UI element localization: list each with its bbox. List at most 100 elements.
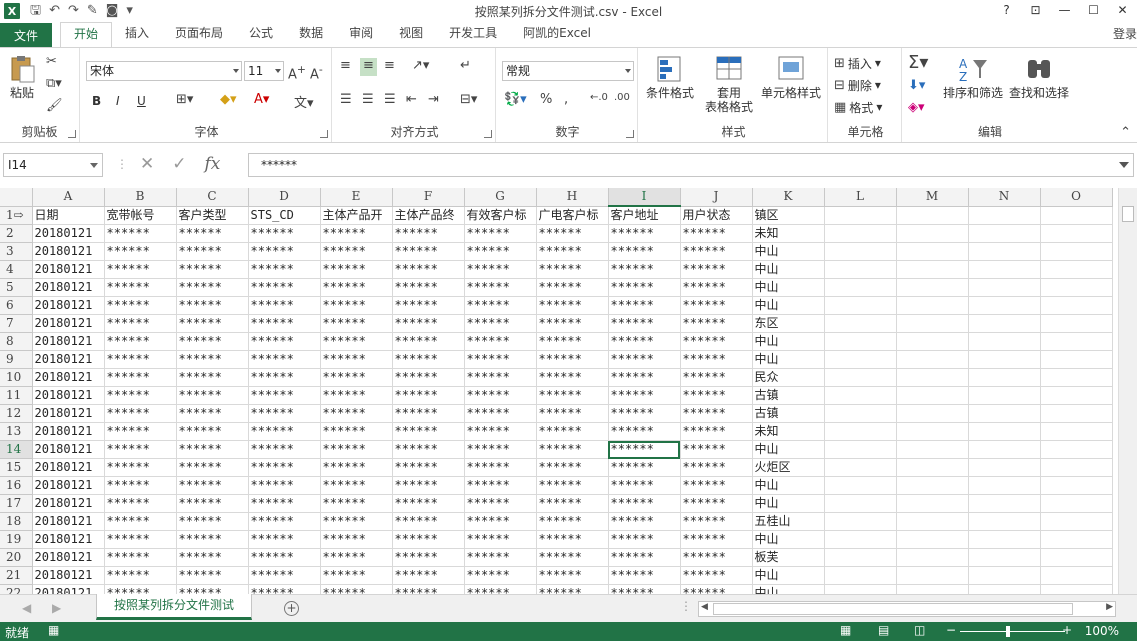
cell[interactable] bbox=[896, 458, 969, 477]
masked-cell[interactable]: ****** bbox=[464, 566, 537, 585]
masked-cell[interactable]: ****** bbox=[608, 458, 681, 477]
tab-6[interactable]: 视图 bbox=[386, 22, 436, 47]
merge-center-icon[interactable]: ⊟▾ bbox=[460, 92, 477, 110]
cell[interactable] bbox=[968, 458, 1041, 477]
masked-cell[interactable]: ****** bbox=[392, 242, 465, 261]
minimize-button[interactable]: — bbox=[1050, 0, 1079, 22]
masked-cell[interactable]: ****** bbox=[680, 314, 753, 333]
cell[interactable] bbox=[1040, 512, 1113, 531]
collapse-ribbon-icon[interactable]: ⌃ bbox=[1120, 125, 1131, 140]
cell[interactable] bbox=[968, 314, 1041, 333]
align-middle-icon[interactable]: ≡ bbox=[360, 58, 377, 76]
district-cell[interactable]: 中山 bbox=[752, 260, 825, 279]
masked-cell[interactable]: ****** bbox=[536, 314, 609, 333]
masked-cell[interactable]: ****** bbox=[680, 566, 753, 585]
header-cell[interactable]: STS_CD bbox=[248, 206, 321, 225]
masked-cell[interactable]: ****** bbox=[176, 584, 249, 594]
masked-cell[interactable]: ****** bbox=[464, 422, 537, 441]
cell[interactable] bbox=[1040, 584, 1113, 594]
comma-icon[interactable]: , bbox=[564, 92, 568, 110]
masked-cell[interactable]: ****** bbox=[176, 368, 249, 387]
cell[interactable] bbox=[1040, 530, 1113, 549]
date-cell[interactable]: 20180121 bbox=[32, 260, 105, 279]
district-cell[interactable]: 火炬区 bbox=[752, 458, 825, 477]
masked-cell[interactable]: ****** bbox=[464, 494, 537, 513]
masked-cell[interactable]: ****** bbox=[392, 458, 465, 477]
tab-5[interactable]: 审阅 bbox=[336, 22, 386, 47]
masked-cell[interactable]: ****** bbox=[536, 350, 609, 369]
normal-view-icon[interactable]: ▦ bbox=[840, 623, 851, 637]
cell[interactable] bbox=[968, 332, 1041, 351]
column-header-G[interactable]: G bbox=[464, 188, 537, 207]
masked-cell[interactable]: ****** bbox=[392, 260, 465, 279]
masked-cell[interactable]: ****** bbox=[104, 368, 177, 387]
row-header[interactable]: 3 bbox=[0, 242, 33, 261]
column-header-C[interactable]: C bbox=[176, 188, 249, 207]
cell[interactable] bbox=[824, 296, 897, 315]
font-color-icon[interactable]: A▾ bbox=[254, 92, 269, 110]
masked-cell[interactable]: ****** bbox=[104, 242, 177, 261]
underline-button[interactable]: U bbox=[137, 92, 146, 110]
masked-cell[interactable]: ****** bbox=[320, 548, 393, 567]
masked-cell[interactable]: ****** bbox=[176, 296, 249, 315]
header-cell[interactable]: 客户地址 bbox=[608, 206, 681, 225]
cell[interactable] bbox=[1040, 314, 1113, 333]
name-box[interactable]: I14 bbox=[3, 153, 103, 177]
masked-cell[interactable]: ****** bbox=[392, 368, 465, 387]
cell[interactable] bbox=[896, 332, 969, 351]
cell[interactable] bbox=[896, 584, 969, 594]
masked-cell[interactable]: ****** bbox=[464, 512, 537, 531]
fill-color-icon[interactable]: ◆▾ bbox=[220, 92, 237, 110]
masked-cell[interactable]: ****** bbox=[104, 422, 177, 441]
masked-cell[interactable]: ****** bbox=[176, 422, 249, 441]
autosum-icon[interactable]: Σ▾ bbox=[908, 52, 928, 73]
horizontal-scroll-thumb[interactable] bbox=[713, 603, 1073, 615]
masked-cell[interactable]: ****** bbox=[320, 386, 393, 405]
masked-cell[interactable]: ****** bbox=[464, 548, 537, 567]
cell[interactable] bbox=[824, 368, 897, 387]
delete-cells-button[interactable]: ⊟ 删除 ▾ bbox=[834, 76, 881, 94]
masked-cell[interactable]: ****** bbox=[248, 332, 321, 351]
masked-cell[interactable]: ****** bbox=[608, 512, 681, 531]
fill-icon[interactable]: ⬇▾ bbox=[908, 78, 925, 96]
row-header[interactable]: 6 bbox=[0, 296, 33, 315]
cell[interactable] bbox=[1040, 458, 1113, 477]
masked-cell[interactable]: ****** bbox=[608, 530, 681, 549]
header-cell[interactable]: 客户类型 bbox=[176, 206, 249, 225]
tab-file[interactable]: 文件 bbox=[0, 23, 52, 48]
date-cell[interactable]: 20180121 bbox=[32, 530, 105, 549]
masked-cell[interactable]: ****** bbox=[320, 440, 393, 459]
date-cell[interactable]: 20180121 bbox=[32, 386, 105, 405]
zoom-slider-thumb[interactable] bbox=[1006, 626, 1010, 637]
row-header[interactable]: 13 bbox=[0, 422, 33, 441]
masked-cell[interactable]: ****** bbox=[176, 548, 249, 567]
masked-cell[interactable]: ****** bbox=[104, 296, 177, 315]
masked-cell[interactable]: ****** bbox=[392, 314, 465, 333]
bold-button[interactable]: B bbox=[92, 92, 101, 110]
masked-cell[interactable]: ****** bbox=[320, 494, 393, 513]
masked-cell[interactable]: ****** bbox=[464, 530, 537, 549]
align-bottom-icon[interactable]: ≡ bbox=[384, 58, 395, 76]
row-header[interactable]: 5 bbox=[0, 278, 33, 297]
masked-cell[interactable]: ****** bbox=[320, 314, 393, 333]
masked-cell[interactable]: ****** bbox=[176, 332, 249, 351]
copy-icon[interactable]: ⧉▾ bbox=[46, 76, 62, 94]
masked-cell[interactable]: ****** bbox=[536, 332, 609, 351]
column-header-D[interactable]: D bbox=[248, 188, 321, 207]
masked-cell[interactable]: ****** bbox=[248, 368, 321, 387]
scroll-left-icon[interactable]: ◀ bbox=[701, 602, 708, 612]
column-header-O[interactable]: O bbox=[1040, 188, 1113, 207]
format-cells-button[interactable]: ▦ 格式 ▾ bbox=[834, 98, 882, 116]
row-header[interactable]: 9 bbox=[0, 350, 33, 369]
cell[interactable] bbox=[1040, 566, 1113, 585]
masked-cell[interactable]: ****** bbox=[104, 476, 177, 495]
cell[interactable] bbox=[1040, 404, 1113, 423]
row-header[interactable]: 20 bbox=[0, 548, 33, 567]
add-sheet-button[interactable]: + bbox=[284, 601, 299, 616]
row-header[interactable]: 4 bbox=[0, 260, 33, 279]
district-cell[interactable]: 古镇 bbox=[752, 404, 825, 423]
masked-cell[interactable]: ****** bbox=[680, 368, 753, 387]
macro-record-icon[interactable]: ▦ bbox=[48, 623, 59, 637]
masked-cell[interactable]: ****** bbox=[320, 530, 393, 549]
header-cell[interactable]: 日期 bbox=[32, 206, 105, 225]
